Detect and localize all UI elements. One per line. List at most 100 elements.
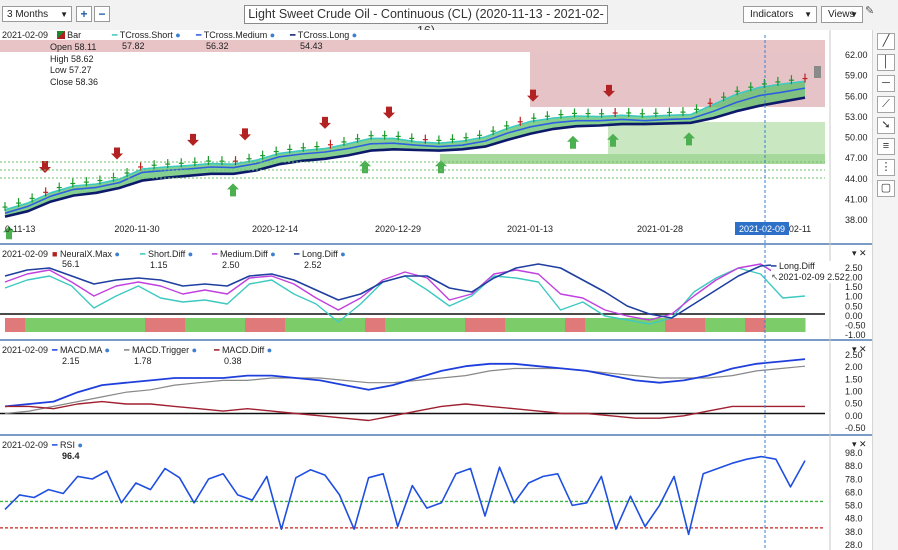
neural-signal-block: [285, 318, 306, 332]
macd-panel-controls[interactable]: ▾ ✕: [852, 344, 867, 355]
zoom-out-button[interactable]: −: [94, 6, 110, 22]
period-value: 3 Months: [7, 9, 49, 20]
neural-signal-block: [305, 318, 326, 332]
period-select[interactable]: 3 Months ▼: [2, 6, 72, 22]
drawing-toolbar: ╱ │ ─ ⟋ ➘ ≡ ⋮ ▢: [872, 30, 898, 550]
macd-y-tick: 0.50: [845, 399, 863, 409]
ohlc-row-close: Close 58.36: [50, 76, 99, 87]
indicators-dropdown[interactable]: Indicators ▼: [743, 6, 817, 23]
close-icon: ✕: [859, 344, 867, 354]
price-y-tick: 62.00: [845, 50, 868, 60]
legend-medium-diff: ━ Medium.Diff ● 2.50: [212, 249, 276, 270]
chevron-down-icon: ▼: [804, 10, 812, 19]
views-dropdown[interactable]: Views ▼: [821, 6, 863, 23]
ohlc-row-open: Open 58.11: [50, 42, 97, 52]
neural-signal-block: [685, 318, 706, 332]
neural-signal-block: [785, 318, 806, 332]
neural-signal-block: [525, 318, 546, 332]
rsi-panel-controls[interactable]: ▾ ✕: [852, 439, 867, 450]
neural-signal-block: [45, 318, 66, 332]
x-tick-label: 0-11-13: [5, 224, 35, 234]
neural-y-tick: 1.00: [845, 292, 863, 302]
x-tick-label: 2020-12-29: [375, 224, 421, 234]
legend-macd-ma: ━ MACD.MA ● 2.15: [52, 345, 110, 366]
neural-signal-block: [165, 318, 186, 332]
neural-signal-block: [205, 318, 226, 332]
macd-y-tick: 0.00: [845, 411, 863, 421]
ray-tool-icon[interactable]: ⟋: [877, 96, 895, 113]
neural-signal-block: [125, 318, 146, 332]
legend-rsi: ━ RSI ● 96.4: [52, 440, 83, 461]
fibonacci-tool-icon[interactable]: ≡: [877, 138, 895, 155]
neural-signal-block: [745, 318, 766, 332]
neural-y-tick: 2.50: [845, 263, 863, 273]
chevron-down-icon: ▼: [60, 10, 68, 19]
ohlc-legend: Open 58.11 High 58.62 Low 57.27 Close 58…: [50, 42, 98, 88]
neural-signal-block: [5, 318, 26, 332]
price-scrollbar[interactable]: [814, 66, 821, 78]
rsi-y-tick: 58.0: [845, 501, 863, 511]
trendline-tool-icon[interactable]: ╱: [877, 33, 895, 50]
legend-short-diff: ━ Short.Diff ● 1.15: [140, 249, 194, 270]
neural-signal-block: [465, 318, 486, 332]
x-tick-label: 2021-02-09: [739, 224, 785, 234]
neural-signal-block: [705, 318, 726, 332]
neural-signal-block: [85, 318, 106, 332]
neural-signal-block: [725, 318, 746, 332]
rsi-y-tick: 78.0: [845, 474, 863, 484]
x-tick-label: 2020-11-30: [114, 224, 159, 234]
zoom-in-button[interactable]: +: [76, 6, 92, 22]
neural-signal-block: [345, 318, 366, 332]
neural-panel-controls[interactable]: ▾ ✕: [852, 248, 867, 259]
x-tick-label: 02-11: [789, 224, 811, 234]
x-tick-label: 2020-12-14: [252, 224, 298, 234]
dots-tool-icon[interactable]: ⋮: [877, 159, 895, 176]
legend-long-diff: ━ Long.Diff ● 2.52: [294, 249, 346, 270]
neural-y-tick: -0.50: [845, 320, 866, 330]
price-y-tick: 50.00: [845, 133, 868, 143]
price-y-tick: 44.00: [845, 174, 868, 184]
price-y-tick: 56.00: [845, 91, 868, 101]
collapse-icon: ▾: [852, 344, 857, 354]
neural-signal-block: [145, 318, 166, 332]
neural-y-tick: 0.50: [845, 301, 863, 311]
neural-y-tick: 1.50: [845, 282, 863, 292]
neural-signal-block: [505, 318, 526, 332]
minus-icon: −: [98, 7, 106, 21]
neural-signal-block: [665, 318, 686, 332]
price-y-tick: 41.00: [845, 194, 868, 204]
legend-macd-diff: ━ MACD.Diff ● 0.38: [214, 345, 273, 366]
price-y-tick: 53.00: [845, 112, 868, 122]
neural-signal-block: [245, 318, 266, 332]
neural-signal-block: [585, 318, 606, 332]
legend-tcross-short: ━ TCross.Short ● 57.82: [112, 30, 181, 51]
price-y-tick: 59.00: [845, 71, 868, 81]
macd-legend: 2021-02-09: [2, 345, 49, 355]
neural-y-tick: 0.00: [845, 311, 863, 321]
legend-bar-label: Bar: [67, 30, 82, 40]
collapse-icon: ▾: [852, 248, 857, 258]
macd-y-tick: 1.00: [845, 387, 863, 397]
plus-icon: +: [80, 7, 88, 21]
legend-tcross-long: ━ TCross.Long ● 54.43: [290, 30, 358, 51]
indicators-label: Indicators: [750, 9, 794, 20]
neural-signal-block: [605, 318, 626, 332]
horizontal-line-tool-icon[interactable]: ─: [877, 75, 895, 92]
pointer-tool-icon[interactable]: ➘: [877, 117, 895, 134]
comment-tool-icon[interactable]: ▢: [877, 180, 895, 197]
neural-signal-block: [385, 318, 406, 332]
bar-icon: [56, 31, 65, 39]
x-tick-label: 2021-01-13: [507, 224, 553, 234]
collapse-icon: ▾: [852, 439, 857, 449]
close-icon: ✕: [859, 439, 867, 449]
rsi-y-tick: 48.0: [845, 514, 863, 524]
vertical-line-tool-icon[interactable]: │: [877, 54, 895, 71]
pin-icon[interactable]: ✎: [865, 4, 874, 17]
legend-tcross-medium: ━ TCross.Medium ● 56.32: [196, 30, 276, 51]
ohlc-row-low: Low 57.27: [50, 65, 92, 75]
neural-legend: 2021-02-09: [2, 249, 49, 259]
price-y-tick: 38.00: [845, 215, 868, 225]
rsi-y-tick: 68.0: [845, 487, 863, 497]
macd-y-tick: -0.50: [845, 423, 866, 433]
chart-area[interactable]: 62.00 59.00 56.00 53.00 50.00 47.00 44.00 41.00…: [0, 30, 872, 550]
